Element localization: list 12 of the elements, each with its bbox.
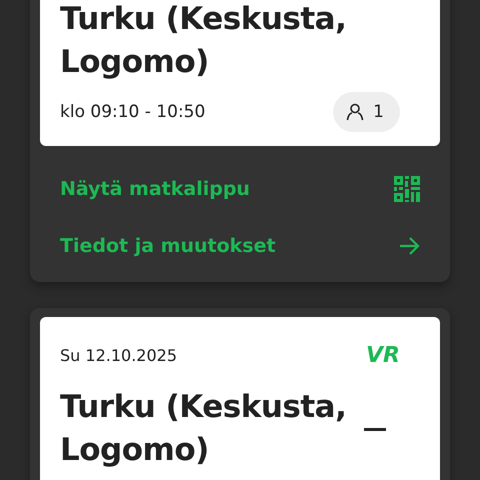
dash-icon bbox=[364, 428, 386, 432]
passenger-badge: 1 bbox=[333, 92, 400, 132]
action-link[interactable]: Tiedot ja muutokset bbox=[60, 217, 420, 274]
trip-title: Turku (Keskusta, Logomo) bbox=[60, 388, 348, 470]
person-icon bbox=[345, 102, 366, 122]
trip-title: Turku (Keskusta, Logomo) bbox=[60, 0, 348, 82]
trip-time: klo 09:10 - 10:50 bbox=[60, 102, 206, 122]
action-link[interactable]: Näytä matkalippu bbox=[60, 160, 420, 217]
qr-code-icon bbox=[394, 176, 420, 202]
vr-logo: VR bbox=[366, 343, 400, 368]
trip-date: Su 12.10.2025 bbox=[60, 346, 177, 365]
arrow-right-icon bbox=[398, 234, 420, 256]
